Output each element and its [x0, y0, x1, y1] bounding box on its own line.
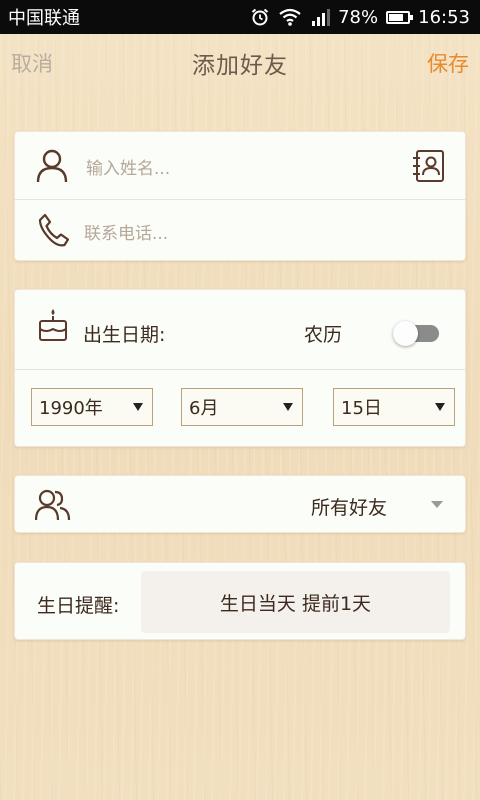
- lunar-toggle[interactable]: [393, 321, 439, 346]
- save-button[interactable]: 保存: [427, 48, 469, 78]
- divider: [15, 369, 465, 370]
- month-select[interactable]: 6月: [181, 388, 303, 426]
- day-value: 15日: [341, 398, 382, 419]
- alarm-icon: [250, 7, 270, 27]
- group-value: 所有好友: [311, 497, 388, 519]
- dropdown-arrow-icon: [435, 403, 445, 411]
- phone-input[interactable]: 联系电话...: [84, 219, 168, 244]
- birthday-card: 出生日期: 农历 1990年 6月 15日: [14, 289, 466, 447]
- month-value: 6月: [189, 398, 219, 419]
- group-card[interactable]: 所有好友: [14, 475, 466, 533]
- header-bar: 取消 添加好友 保存: [0, 34, 480, 92]
- reminder-card: 生日提醒: 生日当天 提前1天: [14, 562, 466, 640]
- dropdown-arrow-icon: [133, 403, 143, 411]
- battery-icon: [386, 10, 414, 24]
- year-value: 1990年: [39, 398, 103, 419]
- carrier-name: 中国联通: [8, 8, 80, 29]
- dropdown-arrow-icon: [283, 403, 293, 411]
- phone-row[interactable]: 联系电话...: [15, 200, 465, 262]
- year-select[interactable]: 1990年: [31, 388, 153, 426]
- battery-percent: 78%: [338, 6, 379, 28]
- reminder-select[interactable]: 生日当天 提前1天: [141, 571, 450, 633]
- reminder-value: 生日当天 提前1天: [219, 592, 372, 615]
- birthday-label: 出生日期:: [83, 324, 166, 346]
- name-input[interactable]: 输入姓名...: [86, 154, 170, 179]
- battery-level: [389, 13, 404, 21]
- clock: 16:53: [418, 6, 470, 28]
- person-icon: [36, 149, 68, 183]
- day-select[interactable]: 15日: [333, 388, 455, 426]
- reminder-label: 生日提醒:: [37, 595, 120, 617]
- contact-book-icon[interactable]: [412, 149, 446, 183]
- group-icon: [35, 488, 71, 522]
- lunar-label: 农历: [304, 324, 343, 346]
- phone-icon: [37, 213, 69, 247]
- status-bar: 中国联通 78% 16:53: [0, 0, 480, 34]
- toggle-knob: [393, 321, 418, 346]
- name-row[interactable]: 输入姓名...: [15, 132, 465, 199]
- cancel-button[interactable]: 取消: [11, 48, 53, 78]
- status-icons: 78% 16:53: [250, 7, 470, 28]
- chevron-down-icon[interactable]: [431, 501, 443, 508]
- page-title: 添加好友: [192, 53, 288, 79]
- cake-icon: [37, 307, 69, 343]
- signal-icon: [310, 7, 331, 27]
- wifi-icon: [278, 7, 302, 27]
- contact-card: 输入姓名... 联系电话...: [14, 131, 466, 261]
